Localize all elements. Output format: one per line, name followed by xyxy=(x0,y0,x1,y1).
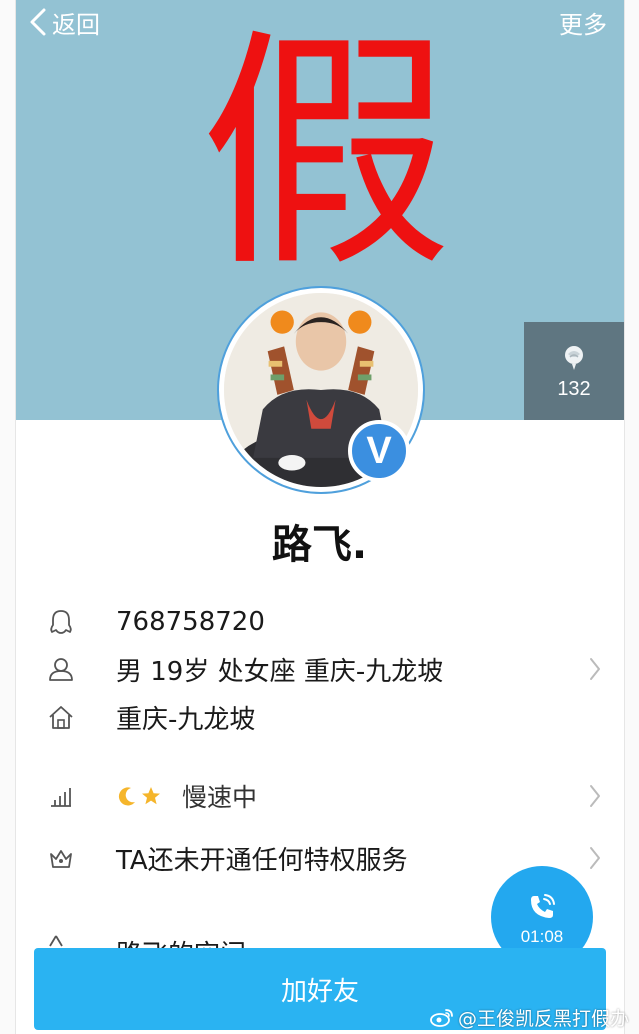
rose-gift-button[interactable]: 132 xyxy=(524,322,624,420)
level-badges xyxy=(116,785,164,807)
phone-icon xyxy=(531,894,555,918)
chevron-left-icon xyxy=(30,8,46,36)
fake-stamp-text: 假 xyxy=(199,8,452,301)
home-icon xyxy=(46,702,76,732)
chevron-right-icon xyxy=(588,845,602,871)
level-status-text: 慢速中 xyxy=(182,783,258,812)
nickname: 路飞. xyxy=(271,522,368,568)
back-label: 返回 xyxy=(52,10,100,39)
level-bars-icon xyxy=(46,781,76,811)
rose-icon xyxy=(565,345,583,370)
level-row[interactable]: 慢速中 xyxy=(16,772,624,820)
verified-badge: V xyxy=(348,420,410,482)
star-icon xyxy=(142,787,160,805)
qq-number: 768758720 xyxy=(116,607,265,637)
weibo-icon xyxy=(430,1009,453,1027)
info-row-qq-number: 768758720 xyxy=(16,598,624,646)
basic-info-text: 男 19岁 处女座 重庆-九龙坡 xyxy=(116,656,444,687)
crown-icon xyxy=(46,843,76,873)
more-button[interactable]: 更多 xyxy=(559,4,607,40)
qq-penguin-icon xyxy=(46,607,76,637)
back-button[interactable]: 返回 xyxy=(28,4,100,40)
person-icon xyxy=(46,654,76,684)
moon-icon xyxy=(118,787,135,806)
hometown-text: 重庆-九龙坡 xyxy=(116,704,256,735)
rose-count: 132 xyxy=(557,377,591,400)
call-duration: 01:08 xyxy=(520,927,564,946)
chevron-right-icon xyxy=(588,783,602,809)
profile-screen: 返回 更多 假 132 V 路飞. 768758720 男 19岁 处女座 重庆… xyxy=(0,0,639,1034)
vip-privilege-text: TA还未开通任何特权服务 xyxy=(116,845,408,876)
watermark-text: @王俊凯反黑打假办 xyxy=(457,1007,629,1030)
info-row-hometown: 重庆-九龙坡 xyxy=(16,693,624,741)
info-row-basic-info[interactable]: 男 19岁 处女座 重庆-九龙坡 xyxy=(16,645,624,693)
chevron-right-icon xyxy=(588,656,602,682)
weibo-watermark: @王俊凯反黑打假办 xyxy=(429,1004,629,1030)
